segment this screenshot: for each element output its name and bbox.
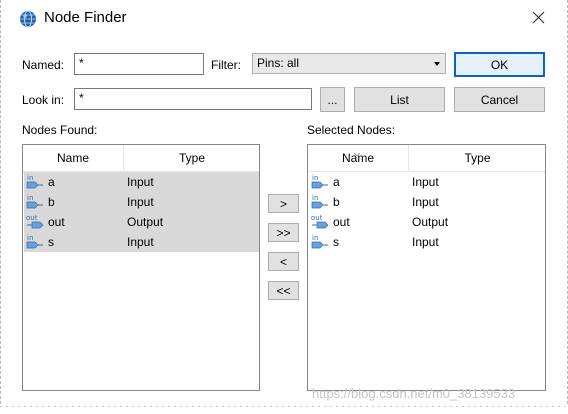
node-type: Input [412,175,439,189]
named-label: Named: [22,58,65,72]
svg-text:in: in [27,234,33,242]
node-name: s [48,235,54,249]
browse-button[interactable]: ... [320,87,345,112]
node-name: out [48,215,65,229]
chevron-down-icon [434,62,440,66]
sort-caret-icon [353,146,361,157]
node-type: Input [127,235,154,249]
list-item[interactable]: out out Output [24,212,259,232]
selected-nodes-header: Name Type [308,145,545,172]
list-item[interactable]: in s Input [24,232,259,252]
svg-text:in: in [312,194,318,202]
add-all-button[interactable]: >> [268,223,299,242]
svg-text:in: in [312,174,318,182]
svg-text:out: out [26,214,38,222]
node-name: b [48,195,55,209]
svg-text:in: in [27,194,33,202]
node-type: Input [127,195,154,209]
window-title: Node Finder [44,9,127,26]
cancel-button[interactable]: Cancel [454,87,545,112]
filter-select[interactable]: Pins: all [252,53,446,74]
list-item[interactable]: in a Input [24,172,259,192]
remove-selected-button[interactable]: < [268,252,299,271]
node-type: Input [127,175,154,189]
ok-button[interactable]: OK [454,52,545,77]
input-pin-icon: in [26,193,44,211]
svg-text:in: in [27,174,33,182]
nodes-found-header: Name Type [23,145,259,172]
close-button[interactable] [526,8,550,30]
close-icon [532,11,545,27]
node-name: b [333,195,340,209]
nodes-found-list[interactable]: Name Type in a Input in b Input out out … [22,144,260,391]
quartus-globe-icon [19,10,37,28]
list-item[interactable]: in b Input [24,192,259,212]
column-header-type[interactable]: Type [409,145,546,171]
remove-all-button[interactable]: << [268,281,299,300]
look-in-input[interactable]: * [74,88,312,110]
list-item[interactable]: in s Input [309,232,545,252]
nodes-found-label: Nodes Found: [22,123,98,137]
node-type: Input [412,195,439,209]
list-item[interactable]: in a Input [309,172,545,192]
svg-text:out: out [311,214,323,222]
node-type: Output [127,215,164,229]
input-pin-icon: in [26,173,44,191]
node-name: out [333,215,350,229]
filter-label: Filter: [211,58,241,72]
named-input[interactable]: * [74,53,204,75]
node-type: Input [412,235,439,249]
list-item[interactable]: out out Output [309,212,545,232]
list-item[interactable]: in b Input [309,192,545,212]
input-pin-icon: in [311,193,329,211]
svg-text:in: in [312,234,318,242]
column-header-type[interactable]: Type [124,145,260,171]
look-in-label: Look in: [22,93,65,107]
background-dotted-edge [0,404,568,414]
node-name: a [333,175,340,189]
add-selected-button[interactable]: > [268,194,299,213]
list-button[interactable]: List [354,87,445,112]
column-header-name[interactable]: Name [23,145,123,171]
filter-value: Pins: all [257,56,300,70]
title-bar: Node Finder [0,0,568,38]
node-type: Output [412,215,449,229]
output-pin-icon: out [26,213,44,231]
watermark-text: https://blog.csdn.net/m0_38139533 [312,386,516,401]
input-pin-icon: in [26,233,44,251]
input-pin-icon: in [311,233,329,251]
selected-nodes-list[interactable]: Name Type in a Input in b Input out out … [307,144,546,391]
node-name: s [333,235,339,249]
node-name: a [48,175,55,189]
input-pin-icon: in [311,173,329,191]
selected-nodes-label: Selected Nodes: [307,123,396,137]
output-pin-icon: out [311,213,329,231]
